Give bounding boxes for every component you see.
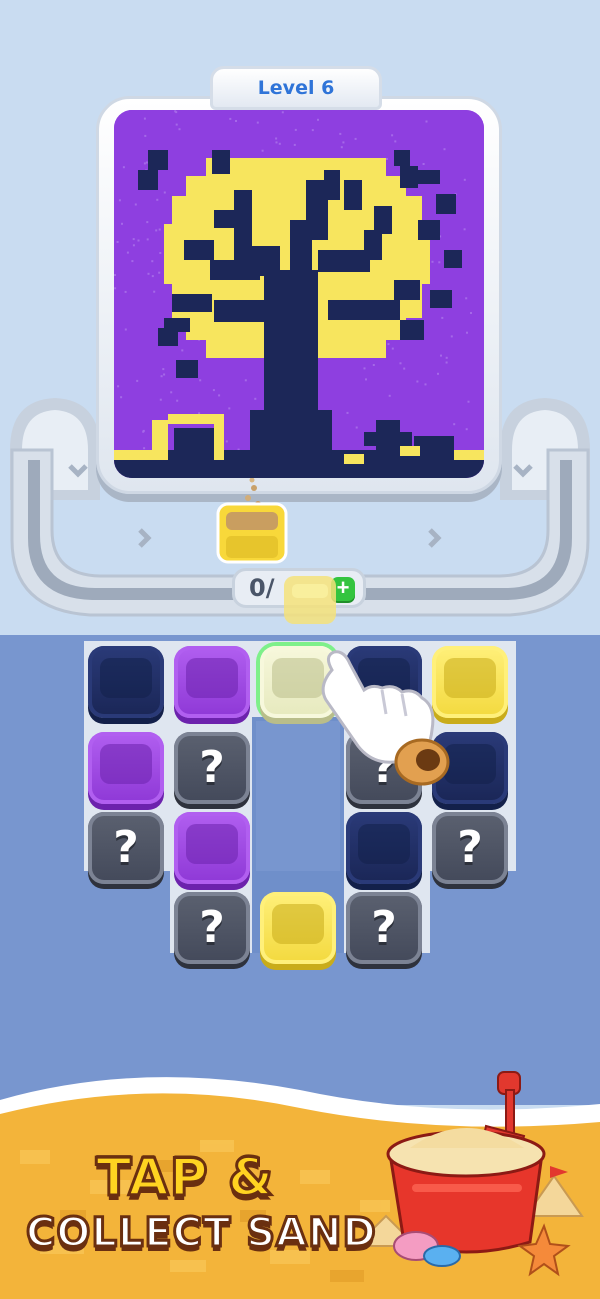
bucket-icon <box>260 892 336 964</box>
mystery-block: ? <box>174 732 250 804</box>
bucket-icon <box>346 812 422 884</box>
mystery-tile[interactable]: ? <box>170 726 254 810</box>
promo-title-line2: COLLECT SAND <box>25 1209 378 1258</box>
bucket-tile-purple[interactable] <box>170 640 254 724</box>
bucket-icon <box>88 732 164 804</box>
bucket-inner <box>186 824 238 864</box>
question-mark-icon: ? <box>457 822 483 873</box>
sand-bucket-icon <box>216 478 288 564</box>
level-label: Level 6 <box>210 66 382 110</box>
pointing-hand-icon <box>321 650 450 786</box>
bucket-tile-yellow[interactable] <box>256 886 340 970</box>
question-mark-icon: ? <box>199 742 225 793</box>
mystery-block: ? <box>174 892 250 964</box>
bucket-icon <box>174 646 250 718</box>
question-mark-icon: ? <box>113 822 139 873</box>
bucket-icon <box>88 646 164 718</box>
bucket-icon <box>174 812 250 884</box>
mystery-block: ? <box>88 812 164 884</box>
mystery-tile[interactable]: ? <box>342 886 426 970</box>
mystery-block: ? <box>432 812 508 884</box>
bucket-tile-navy[interactable] <box>342 806 426 890</box>
bucket-inner <box>100 658 152 698</box>
game-scene: Level 6 0/ + ? ? ? ? ? ? TAP & COLLECT S… <box>0 0 600 1299</box>
flying-bucket-icon <box>284 576 336 624</box>
bucket-inner <box>100 744 152 784</box>
bucket-inner <box>272 904 324 944</box>
question-mark-icon: ? <box>371 902 397 953</box>
bucket-tile-purple[interactable] <box>170 806 254 890</box>
counter-text: 0/ <box>249 574 275 602</box>
mystery-tile[interactable]: ? <box>170 886 254 970</box>
sand-pail-icon <box>353 1071 584 1277</box>
promo-title-line1: TAP & <box>94 1147 275 1210</box>
question-mark-icon: ? <box>199 902 225 953</box>
mystery-block: ? <box>346 892 422 964</box>
mystery-tile[interactable]: ? <box>84 806 168 890</box>
mystery-tile[interactable]: ? <box>428 806 512 890</box>
bucket-tile-navy[interactable] <box>84 640 168 724</box>
bucket-tile-purple[interactable] <box>84 726 168 810</box>
bucket-inner <box>358 824 410 864</box>
bucket-inner <box>186 658 238 698</box>
pixel-art-tree-moon <box>114 110 484 478</box>
pixel-art-canvas <box>114 110 484 478</box>
